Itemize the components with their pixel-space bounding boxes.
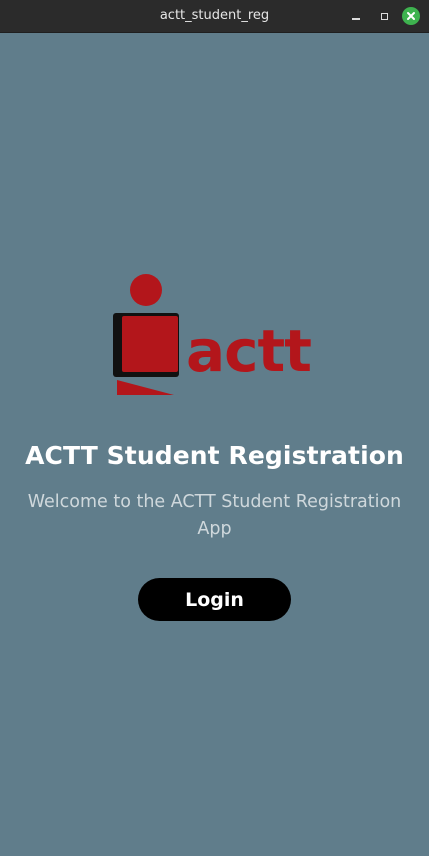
title-bar: actt_student_reg <box>0 0 429 33</box>
login-button[interactable]: Login <box>138 578 291 621</box>
actt-logo: actt <box>113 274 312 395</box>
close-button[interactable] <box>402 7 420 25</box>
welcome-text: Welcome to the ACTT Student Registration… <box>27 492 402 539</box>
logo-wordmark: actt <box>186 317 311 385</box>
maximize-button[interactable] <box>375 7 393 25</box>
minimize-icon <box>352 18 360 20</box>
page-title: ACTT Student Registration <box>25 441 404 470</box>
minimize-button[interactable] <box>347 7 365 25</box>
close-icon <box>402 7 420 25</box>
app-window: actt_student_reg actt ACTT Student Regis… <box>0 0 429 856</box>
maximize-icon <box>380 12 388 20</box>
main-content: actt ACTT Student Registration Welcome t… <box>0 33 429 856</box>
